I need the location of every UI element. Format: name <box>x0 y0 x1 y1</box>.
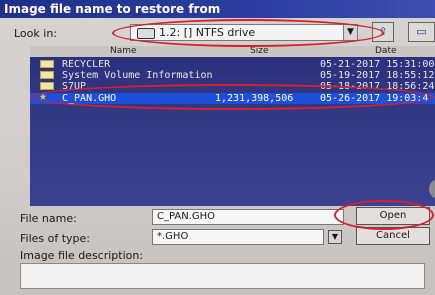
folder-icon <box>40 60 54 68</box>
scroll-right-icon[interactable]: › <box>429 179 435 199</box>
item-name: System Volume Information <box>62 70 213 81</box>
description-field[interactable] <box>20 263 425 289</box>
new-folder-icon[interactable]: ▭ <box>408 22 435 42</box>
item-name: RECYCLER <box>62 59 111 70</box>
list-item[interactable]: System Volume Information 05-19-2017 18:… <box>30 70 435 81</box>
item-date: 05-19-2017 18:55:12 <box>320 70 435 81</box>
file-name-label: File name: <box>20 212 77 225</box>
column-date[interactable]: Date <box>375 46 397 57</box>
column-size[interactable]: Size <box>250 46 268 57</box>
description-label: Image file description: <box>20 249 144 262</box>
item-date: 05-21-2017 15:31:00 <box>320 59 435 70</box>
chevron-down-icon[interactable]: ▼ <box>328 230 342 244</box>
annotation-oval <box>30 84 434 110</box>
files-of-type-label: Files of type: <box>20 232 91 245</box>
annotation-oval <box>112 19 384 47</box>
annotation-oval <box>334 200 434 230</box>
dialog-title: Image file name to restore from <box>0 0 435 18</box>
file-list[interactable]: Name Size Date RECYCLER 05-21-2017 15:31… <box>30 46 435 206</box>
folder-icon <box>40 71 54 79</box>
list-header: Name Size Date <box>30 46 435 57</box>
files-of-type-select[interactable]: *.GHO <box>152 229 324 245</box>
list-item[interactable]: RECYCLER 05-21-2017 15:31:00 <box>30 59 435 70</box>
restore-dialog: Image file name to restore from Look in:… <box>0 0 435 295</box>
file-name-input[interactable]: C_PAN.GHO <box>152 209 344 225</box>
column-name[interactable]: Name <box>110 46 137 57</box>
look-in-label: Look in: <box>14 27 57 40</box>
